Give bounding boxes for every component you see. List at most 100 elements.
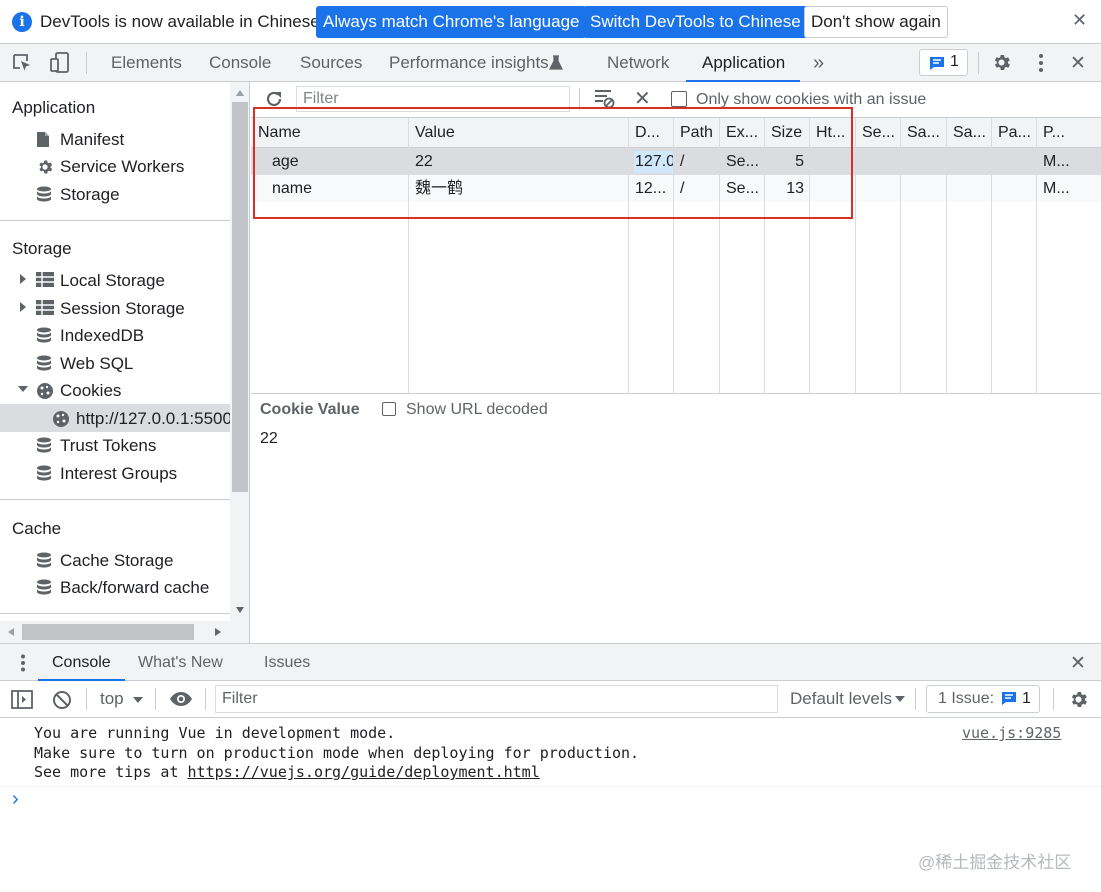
- info-icon: i: [12, 12, 32, 32]
- highlight-annotation-box: [253, 107, 853, 219]
- cookie-value-pane: Cookie Value Show URL decoded 22: [251, 395, 1101, 643]
- context-selector[interactable]: top: [100, 689, 124, 709]
- cell-priority[interactable]: M...: [1036, 148, 1101, 175]
- only-issues-checkbox[interactable]: [671, 91, 687, 107]
- close-devtools-icon[interactable]: ✕: [1070, 52, 1086, 75]
- sidebar-item-label: Local Storage: [60, 271, 165, 290]
- sidebar-item-label: IndexedDB: [60, 326, 145, 345]
- drawer-tab-console[interactable]: Console: [38, 644, 125, 681]
- cookie-icon: [52, 410, 70, 428]
- show-url-decoded-checkbox[interactable]: [382, 402, 396, 416]
- database-icon: [36, 327, 52, 344]
- message-icon: [929, 56, 945, 71]
- drawer-tab-whats-new[interactable]: What's New: [138, 644, 223, 681]
- sidebar-item-label: Trust Tokens: [60, 436, 157, 455]
- scrollbar-thumb[interactable]: [22, 624, 194, 640]
- issues-counter-button[interactable]: 1 Issue: 1: [926, 685, 1040, 713]
- console-message-line: Make sure to turn on production mode whe…: [34, 744, 640, 762]
- sidebar-item-label: Session Storage: [60, 299, 185, 318]
- sidebar-item-label: Interest Groups: [60, 464, 178, 483]
- main-tabbar: Elements Console Sources Performance ins…: [0, 44, 1101, 82]
- drawer-menu-kebab-icon[interactable]: [20, 654, 26, 672]
- sidebar-item-label: http://127.0.0.1:5500: [76, 409, 230, 428]
- sidebar-item-label: Cookies: [60, 381, 122, 400]
- gear-icon: [36, 158, 54, 176]
- live-expression-eye-icon[interactable]: [169, 691, 193, 707]
- console-source-link[interactable]: vue.js:9285: [962, 724, 1061, 742]
- document-icon: [36, 131, 50, 148]
- cell-priority[interactable]: M...: [1036, 175, 1101, 202]
- scroll-left-arrow-icon[interactable]: [8, 628, 14, 636]
- clear-console-icon[interactable]: [52, 690, 72, 710]
- sidebar-header-cache: Cache: [12, 519, 62, 538]
- sidebar-vertical-scrollbar[interactable]: [230, 82, 250, 643]
- console-filter-input[interactable]: Filter: [215, 685, 778, 713]
- database-icon: [36, 552, 52, 569]
- console-input[interactable]: [34, 790, 1084, 814]
- expand-arrow-icon[interactable]: [19, 274, 27, 284]
- show-sidebar-icon[interactable]: [11, 690, 33, 709]
- console-settings-gear-icon[interactable]: [1068, 689, 1089, 710]
- sidebar-divider: [0, 613, 230, 614]
- expand-arrow-icon[interactable]: [19, 302, 27, 312]
- tab-network[interactable]: Network: [607, 44, 669, 82]
- table-grid-icon: [36, 272, 54, 287]
- toolbar-separator: [86, 688, 87, 710]
- device-toolbar-icon[interactable]: [50, 52, 72, 74]
- collapse-arrow-icon[interactable]: [18, 385, 28, 393]
- toolbar-separator: [978, 52, 979, 74]
- more-tabs-chevron-icon[interactable]: »: [813, 44, 824, 82]
- sidebar-horizontal-scrollbar[interactable]: [0, 621, 230, 643]
- scroll-right-arrow-icon[interactable]: [215, 628, 221, 636]
- cookie-value-text[interactable]: 22: [260, 430, 278, 448]
- sidebar-header-application: Application: [12, 98, 96, 117]
- toolbar-separator: [86, 52, 87, 74]
- close-infobar-icon[interactable]: ✕: [1072, 10, 1087, 31]
- console-prompt-icon[interactable]: ›: [12, 788, 19, 811]
- application-sidebar: Application Manifest Service Workers Sto…: [0, 82, 230, 643]
- scrollbar-thumb[interactable]: [232, 102, 248, 492]
- sidebar-item-label: Service Workers: [60, 157, 185, 176]
- log-levels-dropdown[interactable]: Default levels: [790, 689, 892, 709]
- column-header-priority[interactable]: P...: [1036, 118, 1101, 148]
- sidebar-divider: [0, 499, 230, 500]
- close-drawer-icon[interactable]: ✕: [1070, 652, 1086, 675]
- sidebar-item-label: Back/forward cache: [60, 578, 210, 597]
- tab-console[interactable]: Console: [209, 44, 271, 82]
- sidebar-item-label: Manifest: [60, 130, 125, 149]
- inspect-element-icon[interactable]: [12, 53, 34, 73]
- scroll-down-arrow-icon[interactable]: [236, 607, 244, 613]
- tab-performance-insights[interactable]: Performance insights: [389, 44, 549, 82]
- column-header-sameparty[interactable]: Sa...: [946, 118, 991, 148]
- refresh-icon[interactable]: [264, 89, 284, 109]
- database-icon: [36, 465, 52, 482]
- issues-counter-count: 1: [1022, 690, 1031, 707]
- cookie-value-title: Cookie Value: [260, 401, 360, 418]
- sidebar-item-label: Storage: [60, 185, 120, 204]
- tab-application[interactable]: Application: [686, 44, 800, 82]
- settings-gear-icon[interactable]: [991, 52, 1012, 73]
- message-icon: [1001, 691, 1017, 706]
- issues-badge-count: 1: [950, 53, 959, 70]
- tab-sources[interactable]: Sources: [300, 44, 362, 82]
- clear-filtered-cookies-icon[interactable]: [594, 89, 616, 109]
- tab-elements[interactable]: Elements: [111, 44, 182, 82]
- deployment-guide-link[interactable]: https://vuejs.org/guide/deployment.html: [188, 763, 540, 781]
- issues-badge-button[interactable]: 1: [919, 49, 968, 76]
- more-options-kebab-icon[interactable]: [1038, 53, 1044, 73]
- toolbar-separator: [915, 688, 916, 710]
- scroll-up-arrow-icon[interactable]: [236, 90, 244, 96]
- console-message-line: See more tips at https://vuejs.org/guide…: [34, 763, 540, 781]
- experiment-flask-icon: [549, 55, 563, 70]
- dont-show-again-button[interactable]: Don't show again: [804, 6, 948, 38]
- column-header-partition-key[interactable]: Pa...: [991, 118, 1036, 148]
- column-header-secure[interactable]: Se...: [855, 118, 900, 148]
- console-text: See more tips at: [34, 763, 188, 781]
- infobar-message: DevTools is now available in Chinese!: [40, 12, 325, 31]
- drawer-tab-issues[interactable]: Issues: [264, 644, 310, 681]
- switch-to-chinese-button[interactable]: Switch DevTools to Chinese: [583, 6, 808, 38]
- database-icon: [36, 355, 52, 372]
- always-match-language-button[interactable]: Always match Chrome's language: [316, 6, 587, 38]
- column-header-samesite[interactable]: Sa...: [900, 118, 946, 148]
- toolbar-separator: [155, 688, 156, 710]
